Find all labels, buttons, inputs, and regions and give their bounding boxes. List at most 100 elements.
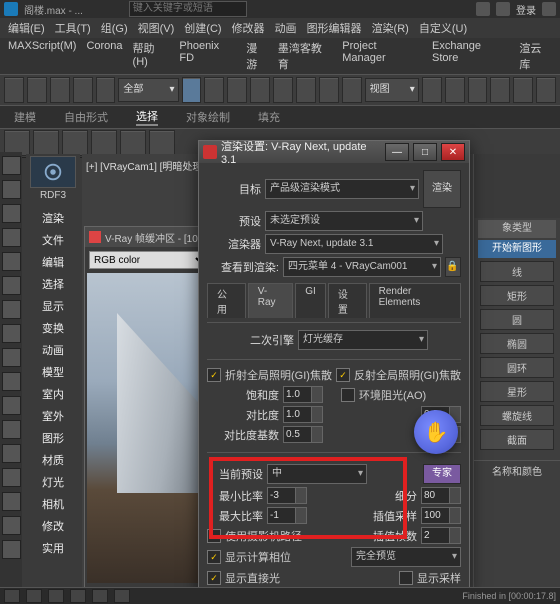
- ltool-7-icon[interactable]: [2, 300, 21, 319]
- interp-spinner[interactable]: 100: [421, 507, 461, 524]
- menu-render[interactable]: 渲染(R): [372, 20, 409, 36]
- menu-modifier[interactable]: 修改器: [232, 20, 265, 36]
- obj-donut[interactable]: 圆环: [480, 357, 554, 378]
- tool-anglesnap-icon[interactable]: [513, 77, 533, 103]
- cat-indoor[interactable]: 室内: [26, 383, 80, 405]
- menu-help[interactable]: 帮助(H): [133, 40, 170, 72]
- camerapath-checkbox[interactable]: [207, 529, 221, 543]
- menu-group[interactable]: 组(G): [101, 20, 128, 36]
- preset-dropdown[interactable]: 未选定预设: [265, 211, 423, 231]
- obj-line[interactable]: 线: [480, 261, 554, 282]
- mode-dropdown[interactable]: 完全预览: [351, 547, 461, 567]
- ltool-12-icon[interactable]: [2, 420, 21, 439]
- obj-circle[interactable]: 圆: [480, 309, 554, 330]
- tool-redo-icon[interactable]: [27, 77, 47, 103]
- cat-model[interactable]: 模型: [26, 361, 80, 383]
- menu-roam[interactable]: 漫游: [246, 40, 268, 72]
- tab-settings[interactable]: 设置: [328, 283, 367, 318]
- viewport-label[interactable]: [+] [VRayCam1] [明暗处理]: [86, 158, 205, 173]
- maxrate-spinner[interactable]: -1: [267, 507, 307, 524]
- ltool-10-icon[interactable]: [2, 372, 21, 391]
- user-icon[interactable]: [496, 2, 510, 16]
- render-settings-dialog[interactable]: 渲染设置: V-Ray Next, update 3.1 — □ ✕ 目标 产品…: [198, 140, 470, 592]
- tray-4-icon[interactable]: [70, 589, 86, 603]
- close-button[interactable]: ✕: [441, 143, 465, 161]
- reflect-gi-checkbox[interactable]: ✓: [336, 368, 350, 382]
- menu-xuanyun[interactable]: 渲云库: [519, 40, 552, 72]
- viewto-lock-icon[interactable]: 🔒: [445, 257, 461, 277]
- tool-place-icon[interactable]: [342, 77, 362, 103]
- menu-phoenix[interactable]: Phoenix FD: [179, 40, 236, 72]
- ao-checkbox[interactable]: [341, 388, 355, 402]
- obj-star[interactable]: 星形: [480, 381, 554, 402]
- menu-corona[interactable]: Corona: [86, 40, 122, 72]
- obj-section[interactable]: 截面: [480, 429, 554, 450]
- tray-6-icon[interactable]: [114, 589, 130, 603]
- ribbon-modeling[interactable]: 建模: [14, 109, 36, 125]
- cat-utility[interactable]: 实用: [26, 537, 80, 559]
- tab-common[interactable]: 公用: [207, 283, 246, 318]
- cat-modify[interactable]: 修改: [26, 515, 80, 537]
- menu-pm[interactable]: Project Manager: [342, 40, 422, 72]
- menu-tools[interactable]: 工具(T): [55, 20, 91, 36]
- obj-helix[interactable]: 螺旋线: [480, 405, 554, 426]
- cat-transform[interactable]: 变换: [26, 317, 80, 339]
- dialog-titlebar[interactable]: 渲染设置: V-Ray Next, update 3.1 — □ ✕: [199, 141, 469, 163]
- showdirect-checkbox[interactable]: ✓: [207, 571, 221, 585]
- rtool-5-icon[interactable]: [120, 130, 146, 156]
- ltool-17-icon[interactable]: [2, 540, 21, 559]
- secondary-engine-dropdown[interactable]: 灯光缓存: [298, 330, 428, 350]
- login-label[interactable]: 登录: [516, 2, 536, 16]
- menu-custom[interactable]: 自定义(U): [419, 20, 467, 36]
- cat-shape[interactable]: 图形: [26, 427, 80, 449]
- tool-unlink-icon[interactable]: [73, 77, 93, 103]
- tool-bind-icon[interactable]: [96, 77, 116, 103]
- menu-exstore[interactable]: Exchange Store: [432, 40, 509, 72]
- tool-snap-icon[interactable]: [490, 77, 510, 103]
- interp-frames-spinner[interactable]: 2: [421, 527, 461, 544]
- obj-rect[interactable]: 矩形: [480, 285, 554, 306]
- ribbon-selection[interactable]: 选择: [136, 108, 158, 126]
- expand-icon[interactable]: [542, 2, 556, 16]
- cat-display[interactable]: 显示: [26, 295, 80, 317]
- render-button[interactable]: 渲染: [423, 170, 461, 208]
- tab-vray[interactable]: V-Ray: [248, 283, 294, 318]
- rtool-2-icon[interactable]: [33, 130, 59, 156]
- target-dropdown[interactable]: 产品级渲染模式: [265, 179, 419, 199]
- help-icon[interactable]: [476, 2, 490, 16]
- ltool-14-icon[interactable]: [2, 468, 21, 487]
- ltool-3-icon[interactable]: [2, 204, 21, 223]
- category-icon[interactable]: [30, 156, 76, 188]
- tray-2-icon[interactable]: [26, 589, 42, 603]
- ltool-1-icon[interactable]: [2, 156, 21, 175]
- expert-button[interactable]: 专家: [423, 464, 461, 484]
- ltool-9-icon[interactable]: [2, 348, 21, 367]
- tool-pctsnap-icon[interactable]: [536, 77, 556, 103]
- search-input[interactable]: 键入关键字或短语: [129, 1, 247, 17]
- ltool-11-icon[interactable]: [2, 396, 21, 415]
- tool-undo-icon[interactable]: [4, 77, 24, 103]
- refcoord-dropdown[interactable]: 视图: [365, 78, 419, 102]
- tool-manip-icon[interactable]: [445, 77, 465, 103]
- command-panel-tabs[interactable]: [474, 154, 560, 218]
- tray-1-icon[interactable]: [4, 589, 20, 603]
- obj-ellipse[interactable]: 椭圆: [480, 333, 554, 354]
- menu-create[interactable]: 创建(C): [184, 20, 221, 36]
- tool-selectname-icon[interactable]: [204, 77, 224, 103]
- contrast-spinner[interactable]: 1.0: [283, 406, 323, 423]
- tool-keymode-icon[interactable]: [468, 77, 488, 103]
- tool-pivot-icon[interactable]: [422, 77, 442, 103]
- tool-window-icon[interactable]: [250, 77, 270, 103]
- cat-camera[interactable]: 相机: [26, 493, 80, 515]
- menu-mowan[interactable]: 墨湾客教育: [278, 40, 332, 72]
- ltool-4-icon[interactable]: [2, 228, 21, 247]
- menu-edit[interactable]: 编辑(E): [8, 20, 45, 36]
- menu-grapheditor[interactable]: 图形编辑器: [307, 20, 362, 36]
- cat-outdoor[interactable]: 室外: [26, 405, 80, 427]
- ribbon-objectpaint[interactable]: 对象绘制: [186, 109, 230, 125]
- ltool-15-icon[interactable]: [2, 492, 21, 511]
- cat-select[interactable]: 选择: [26, 273, 80, 295]
- cat-edit[interactable]: 编辑: [26, 251, 80, 273]
- minrate-spinner[interactable]: -3: [267, 487, 307, 504]
- tool-scale-icon[interactable]: [319, 77, 339, 103]
